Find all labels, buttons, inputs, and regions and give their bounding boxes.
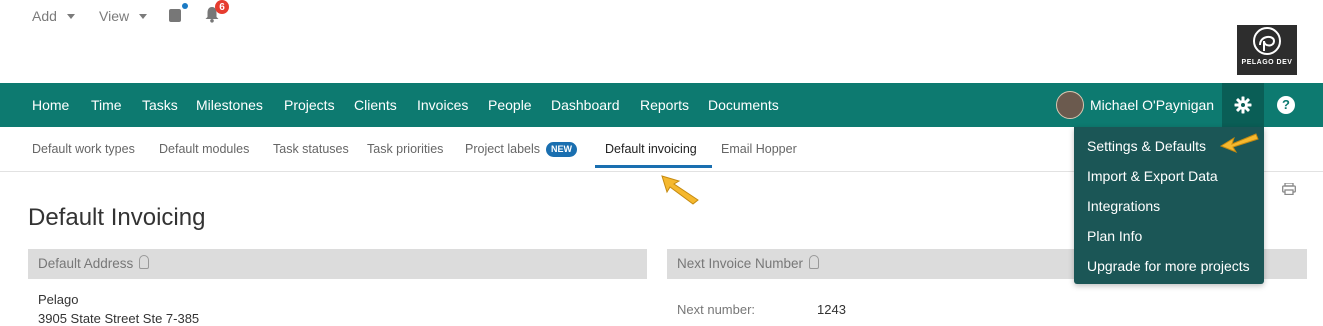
lightbulb-icon[interactable]	[139, 255, 150, 269]
nav-item-clients[interactable]: Clients	[354, 83, 397, 127]
tab-project-labels[interactable]: Project labels NEW	[465, 127, 578, 171]
nav-item-documents[interactable]: Documents	[708, 83, 779, 127]
nav-item-dashboard[interactable]: Dashboard	[551, 83, 620, 127]
address-line: Pelago	[38, 292, 79, 307]
nav-item-invoices[interactable]: Invoices	[417, 83, 468, 127]
menu-item-settings-defaults[interactable]: Settings & Defaults	[1087, 138, 1206, 154]
menu-item-plan-info[interactable]: Plan Info	[1087, 228, 1142, 244]
nav-item-people[interactable]: People	[488, 83, 532, 127]
menu-item-upgrade[interactable]: Upgrade for more projects	[1087, 258, 1250, 274]
active-tab-underline	[595, 165, 712, 168]
company-logo: PELAGO DEV	[1237, 25, 1297, 75]
nav-item-time[interactable]: Time	[91, 83, 122, 127]
next-number-value[interactable]: 1243	[817, 302, 846, 317]
chevron-down-icon	[139, 13, 148, 19]
lightbulb-icon[interactable]	[809, 255, 820, 269]
tab-task-priorities[interactable]: Task priorities	[367, 127, 443, 171]
tab-email-hopper[interactable]: Email Hopper	[721, 127, 797, 171]
tab-project-labels-label: Project labels	[465, 142, 541, 156]
tab-default-work-types[interactable]: Default work types	[32, 127, 135, 171]
notes-icon[interactable]	[169, 9, 181, 22]
pelago-logo-icon	[1253, 27, 1281, 55]
annotation-arrow-icon	[661, 175, 699, 205]
nav-item-reports[interactable]: Reports	[640, 83, 689, 127]
settings-button[interactable]	[1222, 83, 1264, 127]
default-address-header: Default Address	[28, 249, 647, 279]
nav-item-milestones[interactable]: Milestones	[196, 83, 263, 127]
main-nav: Home Time Tasks Milestones Projects Clie…	[0, 83, 1323, 127]
next-invoice-title: Next Invoice Number	[677, 256, 804, 271]
page-title: Default Invoicing	[28, 204, 206, 231]
user-name: Michael O'Paynigan	[1090, 97, 1215, 113]
nav-item-home[interactable]: Home	[32, 83, 69, 127]
add-label: Add	[32, 8, 57, 24]
avatar	[1056, 91, 1084, 119]
tab-default-modules[interactable]: Default modules	[159, 127, 249, 171]
notification-count-badge: 6	[215, 0, 229, 14]
nav-item-projects[interactable]: Projects	[284, 83, 335, 127]
tab-task-statuses[interactable]: Task statuses	[273, 127, 349, 171]
user-menu[interactable]: Michael O'Paynigan	[1056, 83, 1214, 127]
menu-item-integrations[interactable]: Integrations	[1087, 198, 1160, 214]
add-menu[interactable]: Add	[32, 8, 75, 24]
annotation-arrow-icon	[1219, 133, 1259, 154]
view-label: View	[99, 8, 130, 24]
gear-icon	[1234, 96, 1252, 114]
menu-item-import-export[interactable]: Import & Export Data	[1087, 168, 1218, 184]
print-icon[interactable]	[1282, 183, 1296, 195]
chevron-down-icon	[66, 13, 75, 19]
new-badge: NEW	[546, 142, 578, 157]
next-number-label: Next number:	[677, 302, 756, 317]
top-utility-bar: Add View 6 PELAGO DEV	[0, 0, 1323, 83]
nav-item-tasks[interactable]: Tasks	[142, 83, 178, 127]
logo-text: PELAGO DEV	[1241, 59, 1293, 66]
default-address-title: Default Address	[38, 256, 134, 271]
view-menu[interactable]: View	[99, 8, 148, 24]
help-icon[interactable]: ?	[1277, 96, 1295, 114]
notes-indicator-dot	[182, 3, 188, 9]
